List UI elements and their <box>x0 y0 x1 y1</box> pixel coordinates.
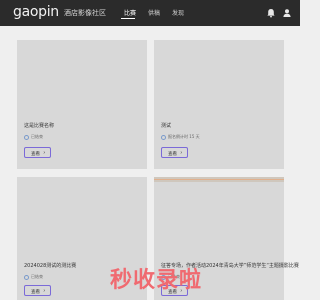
chevron-right-icon: › <box>43 288 45 294</box>
competition-card[interactable]: 这是比赛名称 已结束 查看 › <box>17 40 147 169</box>
clock-icon <box>24 134 29 140</box>
watermark: 秒收录啦 <box>110 268 203 293</box>
nav-submissions[interactable]: 供稿 <box>148 8 160 17</box>
top-navigation-bar: gaopin 酒店影像社区 比赛 供稿 发现 <box>0 0 300 26</box>
card-title: 这是比赛名称 <box>24 123 55 129</box>
view-button[interactable]: 查看 › <box>161 147 188 158</box>
card-status: 已结束 <box>24 274 43 280</box>
card-status: 报名倒计时 15 天 <box>161 134 200 140</box>
view-button[interactable]: 查看 › <box>24 285 51 296</box>
clock-icon <box>161 134 166 140</box>
nav-competitions[interactable]: 比赛 <box>124 8 136 17</box>
chevron-right-icon: › <box>180 150 182 156</box>
card-title: 测试 <box>161 123 172 129</box>
user-icon[interactable] <box>281 7 293 19</box>
clock-icon <box>24 274 29 280</box>
competition-card[interactable]: 测试 报名倒计时 15 天 查看 › <box>154 40 284 169</box>
card-cover-strip <box>154 177 284 182</box>
active-nav-indicator <box>121 18 135 19</box>
bell-icon[interactable] <box>265 7 277 19</box>
nav-discover[interactable]: 发现 <box>172 8 184 17</box>
chevron-right-icon: › <box>43 150 45 156</box>
site-logo[interactable]: gaopin <box>13 4 59 20</box>
card-title: 2024028测试的测比赛 <box>24 263 77 269</box>
view-button[interactable]: 查看 › <box>24 147 51 158</box>
site-name: 酒店影像社区 <box>64 9 106 17</box>
card-status: 已结束 <box>24 134 43 140</box>
